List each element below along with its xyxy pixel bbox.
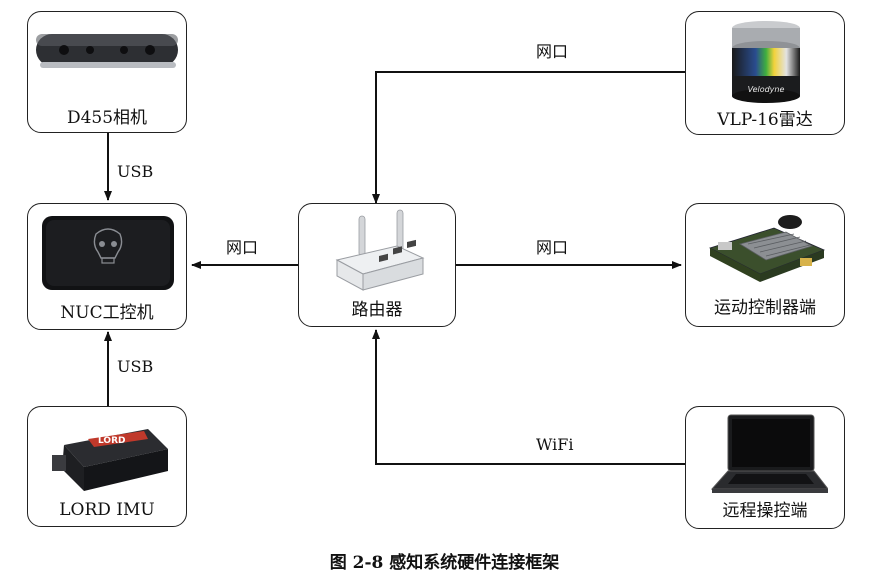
depth-camera-icon <box>36 34 178 68</box>
lidar-icon: Velodyne <box>732 21 800 103</box>
nuc-computer-icon <box>42 216 174 290</box>
node-vlp16-lidar: Velodyne VLP-16雷达 <box>685 11 845 135</box>
edge-remote-to-router <box>372 329 685 465</box>
imu-logo-text: LORD <box>98 436 125 446</box>
node-label: NUC工控机 <box>60 303 154 323</box>
imu-sensor-icon: LORD <box>52 429 168 491</box>
laptop-icon <box>710 414 828 493</box>
node-nuc-computer: NUC工控机 <box>27 203 187 330</box>
edge-label-d455-nuc: USB <box>117 162 154 181</box>
node-motion-controller: 运动控制器端 <box>685 203 845 327</box>
edge-label-lidar-router: 网口 <box>536 42 569 61</box>
edge-label-remote-router: WiFi <box>536 435 574 454</box>
edge-label-imu-nuc: USB <box>117 357 154 376</box>
node-label: 路由器 <box>351 300 403 320</box>
node-label: LORD IMU <box>59 500 155 520</box>
node-lord-imu: LORD LORD IMU <box>27 406 187 527</box>
edge-label-router-nuc: 网口 <box>226 238 259 257</box>
node-remote-laptop: 远程操控端 <box>685 406 845 529</box>
node-label: 运动控制器端 <box>714 298 816 318</box>
node-d455-camera: D455相机 <box>27 11 187 133</box>
router-icon <box>335 209 425 291</box>
node-label: 远程操控端 <box>722 501 808 521</box>
lidar-brand-text: Velodyne <box>748 85 785 94</box>
figure-caption: 图 2-8 感知系统硬件连接框架 <box>329 553 560 573</box>
circuit-board-icon <box>708 215 826 282</box>
node-label: VLP-16雷达 <box>717 110 813 130</box>
node-router: 路由器 <box>298 203 456 327</box>
edge-lidar-to-router <box>372 71 685 204</box>
edge-label-router-motion: 网口 <box>536 238 569 257</box>
node-label: D455相机 <box>66 108 148 128</box>
